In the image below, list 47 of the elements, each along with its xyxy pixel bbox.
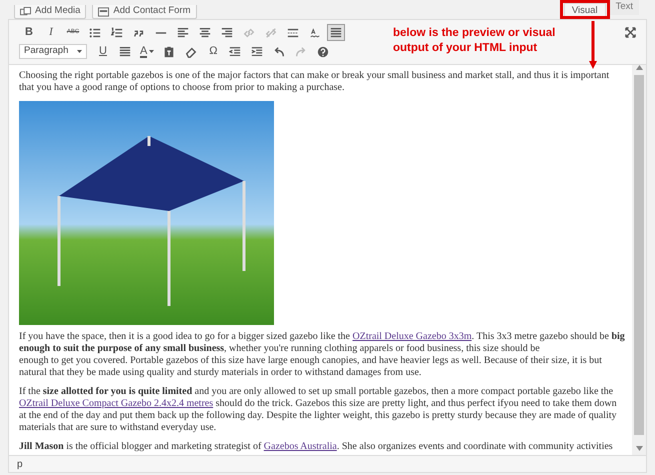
justify-icon [119,46,131,58]
text-color-button[interactable]: A [138,43,156,60]
annotation-text: below is the preview or visual output of your HTML input [393,26,556,56]
add-form-button[interactable]: Add Contact Form [92,5,197,19]
eraser-icon [185,46,198,58]
clipboard-icon [163,46,176,58]
add-media-button[interactable]: Add Media [14,5,86,19]
format-dropdown[interactable]: Paragraph [19,44,87,59]
italic-button[interactable]: I [42,24,60,41]
align-right-icon [221,26,233,38]
toolbar-toggle-button[interactable] [327,24,345,41]
element-path[interactable]: p [17,456,23,472]
editor-tab[interactable]: Visual [564,3,606,16]
unlink-icon [265,26,277,38]
caret-icon [149,50,154,53]
align-left-icon [177,26,189,38]
numbered-list-icon [111,26,123,38]
annotation-arrow [588,21,598,69]
scrollbar[interactable] [632,65,646,455]
text-link[interactable]: OZtrail Deluxe Gazebo 3x3m [352,331,472,342]
bold-button[interactable]: B [20,24,38,41]
special-character-button[interactable]: Ω [204,43,222,60]
form-icon [98,6,110,16]
outdent-icon [229,46,242,58]
media-icon [20,6,31,16]
bullet-list-icon [89,26,101,38]
paragraph: If the size allotted for you is quite limited and you are only allowed to set up small portable gazebos, then a more compact portable gazebo like the OZtrail Deluxe Compact Gazebo 2.4x2.4 metres should do the trick. Gazebos this size are pretty light, and thus perfect ifyou need to take them down at the end of the day and put them back up the following day. Despite the lighter weight, this gazebo is pretty sturdy because they are made of quality materials that are sure to withstand everyday use. [19,386,618,434]
link-icon [243,26,255,38]
scrollbar-thumb[interactable] [634,75,644,435]
text-link[interactable]: Gazebos Australia [264,441,337,452]
paragraph: Jill Mason is the official blogger and marketing strategist of Gazebos Australia. She also organizes events and coordinate with community activities [19,441,614,453]
caret-icon [77,50,82,53]
read-more-icon [287,26,299,38]
paragraph: If you have the space, then it is a good idea to go for a bigger sized gazebo like the OZtrail Deluxe Gazebo 3x3m. This 3x3 metre gazebo should be big enough to suit the purpose of any small business, whether you're running clothing apparels or food business, this size should be enough to get you covered. Portable gazebos of this size have large enough canopies, and have heavier legs as well. Because of their size, it is but natural that they be made using quality and sturdy materials in order to withstand damages from use. [19,331,626,379]
indent-icon [251,46,264,58]
underline-button[interactable]: U [94,43,112,60]
undo-icon [273,46,286,58]
help-icon [317,46,330,58]
fullscreen-icon[interactable] [625,27,636,38]
editor-tab[interactable]: Text [610,0,639,15]
align-center-icon [199,26,211,38]
spelling-icon [309,26,321,38]
scroll-down-icon[interactable] [636,446,642,451]
toolbar-toggle-icon [330,26,342,38]
paragraph: Choosing the right portable gazebos is one of the major factors that can make or break your small business and market stall, and thus it is important that you have a good range of options to choose from prior to making a purchase. [19,70,610,94]
redo-icon [295,46,308,58]
text-link[interactable]: OZtrail Deluxe Compact Gazebo 2.4x2.4 metres [19,398,214,409]
